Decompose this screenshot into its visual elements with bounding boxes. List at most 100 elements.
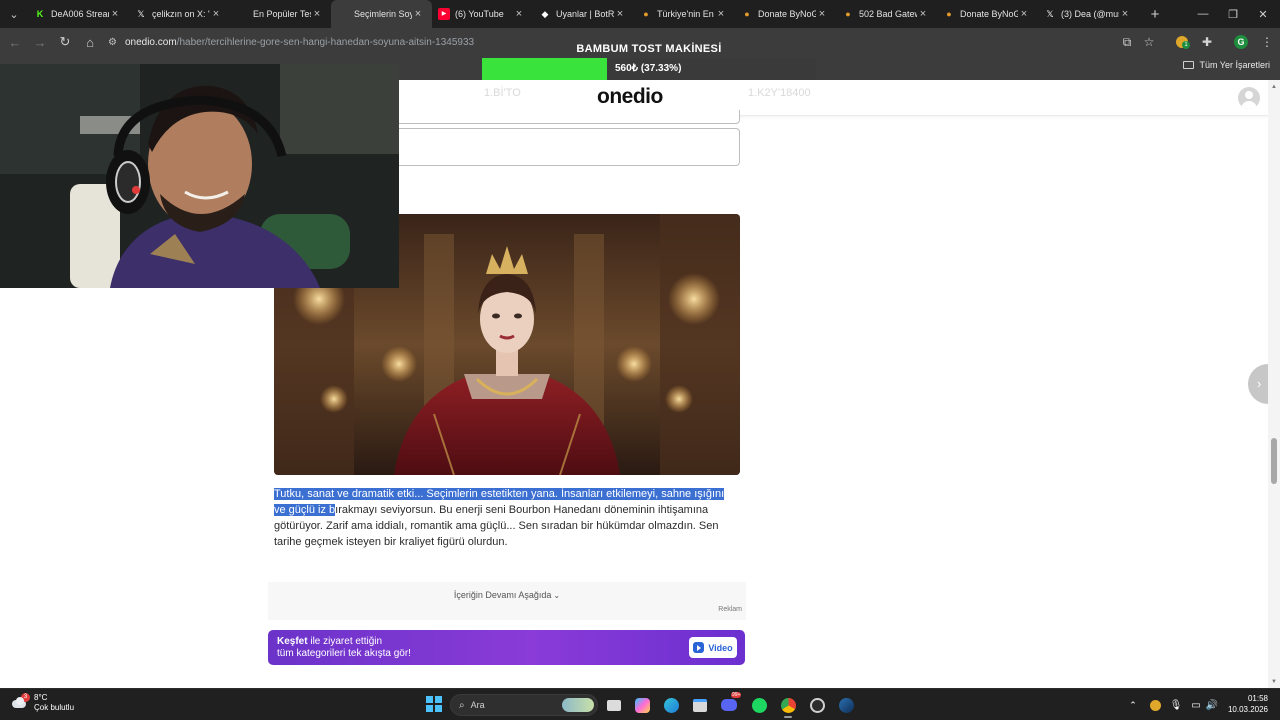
browser-tab[interactable]: ▶ (6) YouTube × bbox=[432, 0, 533, 28]
browser-tab[interactable]: ● 502 Bad Gateway× bbox=[836, 0, 937, 28]
close-tab-icon[interactable]: × bbox=[917, 8, 929, 20]
description-text: ırakmayı seviyorsun. Bu enerji seni Bour… bbox=[274, 504, 719, 548]
onedio-logo[interactable]: onedio bbox=[597, 85, 663, 109]
tab-title: En Popüler Test bbox=[253, 9, 311, 19]
close-tab-icon[interactable]: × bbox=[816, 8, 828, 20]
discord-icon[interactable]: 99+ bbox=[719, 692, 742, 715]
kick-icon: K bbox=[36, 9, 44, 19]
browser-tab[interactable]: En Popüler Test × bbox=[230, 0, 331, 28]
goal-title: BAMBUM TOST MAKİNESİ bbox=[576, 43, 722, 55]
content-continues-link[interactable]: İçeriğin Devamı Aşağıda ⌄ bbox=[268, 590, 746, 600]
play-icon bbox=[693, 642, 705, 653]
volume-icon[interactable]: 🔊 bbox=[1202, 695, 1222, 715]
tray-overflow-icon[interactable]: ⌃ bbox=[1123, 695, 1143, 715]
close-tab-icon[interactable]: × bbox=[210, 8, 222, 20]
obs-icon[interactable] bbox=[807, 695, 827, 715]
browser-tab[interactable]: K DeA006 Stream × bbox=[28, 0, 129, 28]
ad-slot: İçeriğin Devamı Aşağıda ⌄ Reklam bbox=[268, 582, 746, 620]
browser-tab[interactable]: ● Türkiye'nin En İyi× bbox=[634, 0, 735, 28]
tab-strip: ⌄ K DeA006 Stream × 𝕏çelikzın on X: "(× En P… bbox=[0, 0, 1280, 28]
minimize-button[interactable]: — bbox=[1188, 0, 1218, 28]
scroll-down-icon[interactable]: ▼ bbox=[1271, 679, 1277, 685]
tab-title: çelikzın on X: "( bbox=[152, 9, 210, 19]
discover-promo-banner[interactable]: Keşfet ile ziyaret ettiğin tüm kategoril… bbox=[268, 630, 745, 665]
close-tab-icon[interactable]: × bbox=[614, 8, 626, 20]
close-tab-icon[interactable]: × bbox=[715, 8, 727, 20]
close-tab-icon[interactable]: × bbox=[412, 8, 424, 20]
tab-title: Uyanlar | BotRix bbox=[556, 9, 614, 19]
weather-widget[interactable]: 3 8°C Çok bulutlu bbox=[10, 693, 74, 713]
home-button[interactable]: ⌂ bbox=[78, 30, 102, 54]
webcam-overlay bbox=[0, 64, 399, 288]
store-icon[interactable] bbox=[690, 695, 710, 715]
spotify-icon[interactable] bbox=[749, 695, 769, 715]
close-tab-icon[interactable]: × bbox=[1018, 8, 1030, 20]
new-tab-button[interactable]: + bbox=[1143, 6, 1167, 23]
browser-tab[interactable]: ◆ Uyanlar | BotRix× bbox=[533, 0, 634, 28]
streamer-webcam-image bbox=[0, 64, 399, 288]
tab-search-button[interactable]: ⌄ bbox=[0, 0, 28, 28]
scroll-up-icon[interactable]: ▲ bbox=[1271, 84, 1277, 90]
goal-progress-fill bbox=[482, 58, 607, 80]
discord-badge: 99+ bbox=[731, 692, 742, 698]
content-continues-label: İçeriğin Devamı Aşağıda bbox=[453, 590, 552, 600]
back-button[interactable]: ← bbox=[3, 30, 27, 54]
donation-goal-overlay: BAMBUM TOST MAKİNESİ 560₺ (37.33%) bbox=[482, 40, 816, 80]
extension-icon[interactable]: 1 bbox=[1171, 32, 1193, 52]
site-info-icon[interactable]: ⚙ bbox=[108, 37, 117, 48]
menu-icon[interactable]: ⋮ bbox=[1256, 32, 1278, 52]
cast-icon[interactable]: ⧉ bbox=[1116, 32, 1138, 52]
tab-title: Türkiye'nin En İyi bbox=[657, 9, 715, 19]
close-tab-icon[interactable]: × bbox=[311, 8, 323, 20]
folder-icon bbox=[1183, 61, 1195, 69]
scroll-thumb[interactable] bbox=[1271, 438, 1277, 484]
weather-badge: 3 bbox=[21, 693, 30, 702]
promo-text: Keşfet ile ziyaret ettiğin tüm kategoril… bbox=[277, 636, 411, 660]
steam-icon[interactable] bbox=[836, 695, 856, 715]
microphone-icon[interactable]: 🎙 bbox=[1166, 695, 1186, 715]
tab-title: (6) YouTube bbox=[455, 9, 504, 19]
youtube-icon: ▶ bbox=[438, 8, 450, 20]
browser-tab[interactable]: 𝕏 (3) Dea (@mus × bbox=[1038, 0, 1139, 28]
goal-progress-bar: 560₺ (37.33%) bbox=[482, 58, 816, 80]
task-view-icon[interactable] bbox=[604, 695, 624, 715]
ad-label: Reklam bbox=[718, 606, 742, 613]
copilot-icon[interactable] bbox=[632, 695, 652, 715]
edge-icon[interactable] bbox=[661, 695, 681, 715]
close-tab-icon[interactable]: × bbox=[513, 8, 525, 20]
temperature: 8°C bbox=[34, 693, 48, 702]
clock-date[interactable]: 10.03.2026 bbox=[1222, 705, 1268, 714]
forward-button[interactable]: → bbox=[28, 30, 52, 54]
chrome-icon[interactable] bbox=[778, 695, 798, 715]
onedio-icon bbox=[337, 8, 349, 20]
close-tab-icon[interactable]: × bbox=[109, 8, 121, 20]
donation-icon: ● bbox=[845, 9, 851, 19]
browser-tab[interactable]: 𝕏çelikzın on X: "(× bbox=[129, 0, 230, 28]
browser-tab[interactable]: ● Donate ByNoGa× bbox=[735, 0, 836, 28]
tab-title: Donate ByNoGa bbox=[960, 9, 1018, 19]
windows-taskbar: 3 8°C Çok bulutlu ⌕ Ara 99+ ⌃ 🎙 ▭ 🔊 01:5… bbox=[0, 688, 1280, 720]
all-bookmarks-button[interactable]: Tüm Yer İşaretleri bbox=[1183, 60, 1270, 70]
all-bookmarks-label: Tüm Yer İşaretleri bbox=[1199, 60, 1270, 70]
reload-button[interactable]: ↻ bbox=[53, 30, 77, 54]
browser-tab[interactable]: Seçimlerin Soyu× bbox=[331, 0, 432, 28]
extensions-puzzle-icon[interactable]: ✚ bbox=[1196, 32, 1218, 52]
bookmark-star-icon[interactable]: ☆ bbox=[1138, 32, 1160, 52]
close-tab-icon[interactable]: × bbox=[1119, 8, 1131, 20]
search-icon: ⌕ bbox=[459, 699, 465, 711]
video-button[interactable]: Video bbox=[689, 637, 737, 658]
close-window-button[interactable]: ✕ bbox=[1248, 0, 1278, 28]
clock-time[interactable]: 01:58 bbox=[1222, 694, 1268, 703]
restore-button[interactable]: ❐ bbox=[1218, 0, 1248, 28]
tab-title: Donate ByNoGa bbox=[758, 9, 816, 19]
tab-title: Seçimlerin Soyu bbox=[354, 9, 412, 19]
page-scrollbar[interactable]: ▲ ▼ bbox=[1268, 80, 1280, 688]
taskbar-search[interactable]: ⌕ Ara bbox=[450, 694, 598, 716]
promo-line1: ile ziyaret ettiğin bbox=[307, 636, 383, 647]
url-path: /haber/tercihlerine-gore-sen-hangi-haned… bbox=[176, 36, 475, 48]
tray-app-icon[interactable] bbox=[1145, 695, 1165, 715]
browser-tab[interactable]: ● Donate ByNoGa× bbox=[937, 0, 1038, 28]
profile-button[interactable]: G bbox=[1230, 32, 1252, 52]
user-avatar-icon[interactable] bbox=[1238, 87, 1260, 109]
start-button[interactable] bbox=[426, 696, 442, 712]
